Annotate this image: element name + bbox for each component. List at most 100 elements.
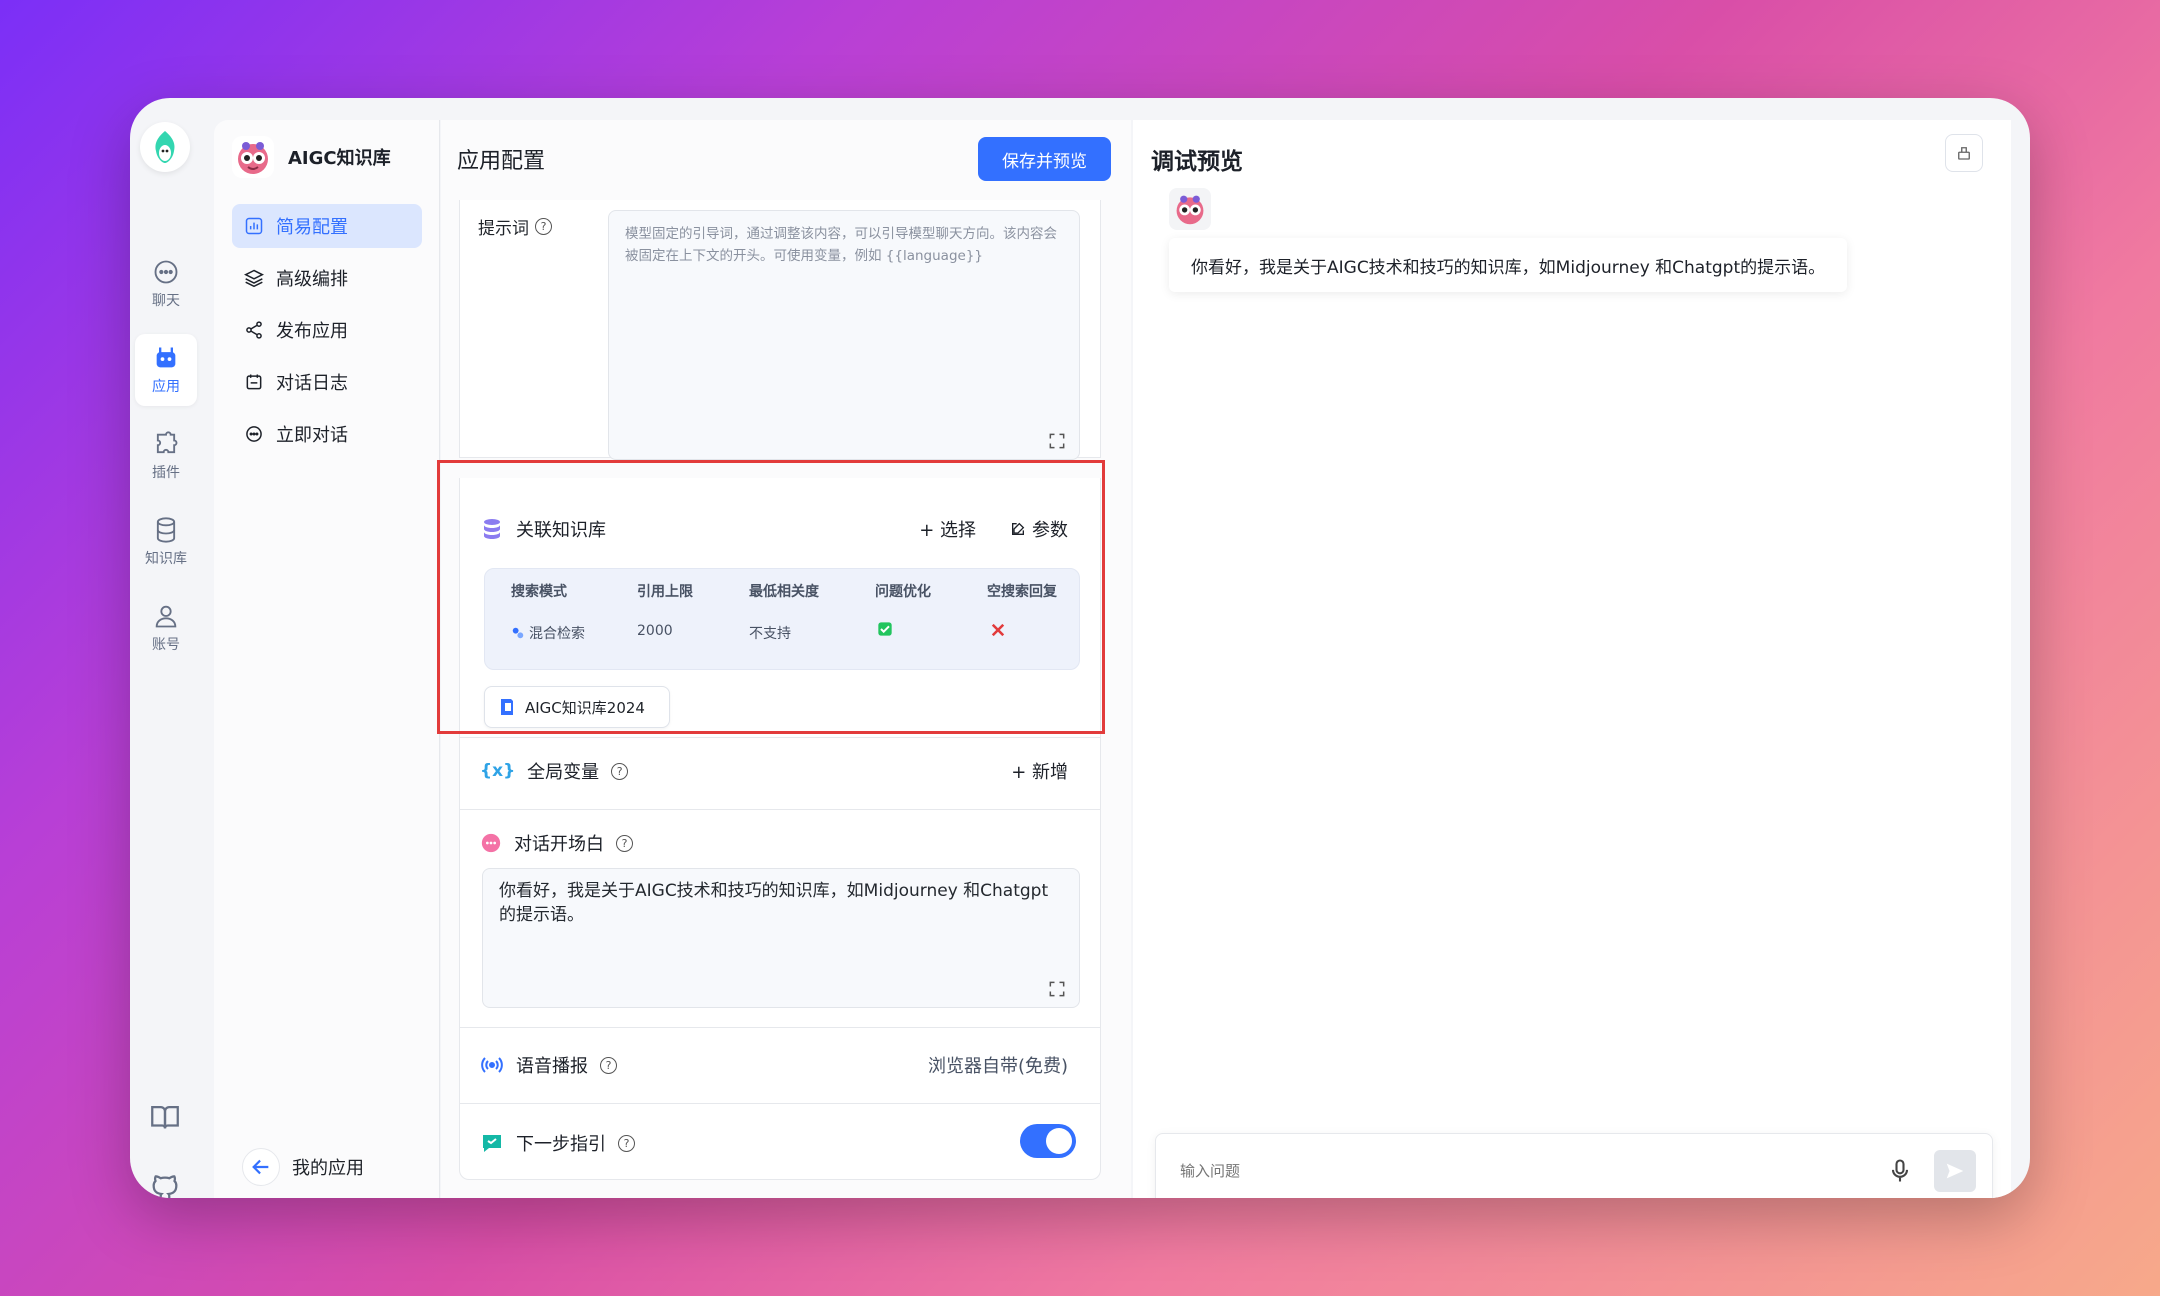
config-header: 应用配置 保存并预览	[441, 120, 1131, 198]
database-icon	[484, 519, 500, 539]
vars-label: 全局变量	[527, 762, 600, 783]
opening-section: 对话开场白 ? 你看好，我是关于AIGC技术和技巧的知识库，如Midjourne…	[459, 810, 1101, 1028]
arrow-left-icon[interactable]	[242, 1148, 280, 1186]
rail-item-knowledge[interactable]: 知识库	[135, 506, 197, 578]
nav-item-logs[interactable]: 对话日志	[232, 360, 422, 404]
prompt-section: 提示词 ? 模型固定的引导词，通过调整该内容，可以引导模型聊天方向。该内容会被固…	[459, 200, 1101, 460]
voice-value[interactable]: 浏览器自带(免费)	[928, 1052, 1068, 1078]
help-icon[interactable]: ?	[535, 218, 552, 235]
rail-item-plugins[interactable]: 插件	[135, 420, 197, 492]
user-icon	[155, 605, 177, 628]
next-heading: 下一步指引 ?	[480, 1130, 635, 1156]
chat-icon	[154, 260, 178, 284]
nav-item-label: 发布应用	[276, 321, 348, 342]
table-header: 问题优化	[875, 584, 931, 600]
chat-icon	[246, 426, 262, 442]
voice-heading: 语音播报 ?	[480, 1052, 617, 1078]
rail-label: 聊天	[152, 293, 180, 309]
help-icon[interactable]: ?	[616, 834, 633, 852]
layers-icon	[244, 269, 264, 288]
github-icon[interactable]	[148, 1172, 182, 1198]
app-avatar	[232, 136, 274, 178]
preview-panel: 调试预览 你看好，我是关于AIGC技术和技巧的知识库，如Midjourney 和…	[1133, 120, 2011, 1198]
help-icon[interactable]: ?	[600, 1056, 617, 1074]
app-name: AIGC知识库	[288, 148, 391, 169]
nav-item-chat-now[interactable]: 立即对话	[232, 412, 422, 456]
chat-input[interactable]	[1180, 1156, 1840, 1186]
check-icon	[877, 621, 893, 641]
calendar-icon	[246, 374, 262, 390]
broadcast-icon	[481, 1057, 503, 1073]
kb-actions: + 选择 参数	[919, 516, 1068, 542]
kb-label: 关联知识库	[516, 520, 606, 541]
send-icon	[1946, 1163, 1964, 1179]
clear-button[interactable]	[1945, 134, 1983, 172]
relevance-cell: 不支持	[749, 626, 791, 642]
bot-avatar	[1169, 188, 1211, 230]
cross-icon	[989, 621, 1007, 643]
send-button[interactable]	[1934, 1150, 1976, 1192]
rail-item-chat[interactable]: 聊天	[135, 248, 197, 320]
next-label: 下一步指引	[516, 1134, 606, 1155]
rail-label: 知识库	[145, 551, 187, 567]
table-header: 最低相关度	[749, 584, 819, 600]
my-apps-link[interactable]: 我的应用	[242, 1148, 364, 1186]
search-mode-value: 混合检索	[529, 626, 585, 642]
vars-actions: + 新增	[1011, 758, 1068, 784]
help-icon[interactable]: ?	[611, 762, 629, 780]
bot-message-text: 你看好，我是关于AIGC技术和技巧的知识库，如Midjourney 和Chatg…	[1191, 257, 1826, 278]
left-rail: 聊天 应用 插件 知识库 账号	[130, 98, 212, 1198]
robot-icon	[156, 347, 176, 368]
rail-label: 账号	[152, 637, 180, 653]
kb-heading: 关联知识库	[480, 516, 606, 542]
chart-icon	[245, 217, 263, 235]
hybrid-search-icon	[512, 627, 524, 639]
kb-chip[interactable]: AIGC知识库2024	[484, 686, 670, 728]
limit-cell: 2000	[637, 623, 673, 639]
prompt-textarea[interactable]: 模型固定的引导词，通过调整该内容，可以引导模型聊天方向。该内容会被固定在上下文的…	[608, 210, 1080, 460]
opening-text: 你看好，我是关于AIGC技术和技巧的知识库，如Midjourney 和Chatg…	[499, 881, 1049, 925]
app-nav-panel: AIGC知识库 简易配置 高级编排 发布应用 对话日志 立即对话 我的应用	[214, 120, 440, 1198]
save-preview-button[interactable]: 保存并预览	[978, 137, 1111, 181]
global-vars-section: {x} 全局变量 ? + 新增	[459, 738, 1101, 810]
prompt-label: 提示词 ?	[478, 214, 552, 239]
next-step-toggle[interactable]	[1020, 1124, 1076, 1158]
chat-input-box	[1155, 1133, 1993, 1198]
table-header: 搜索模式	[511, 584, 567, 600]
nav-item-advanced[interactable]: 高级编排	[232, 256, 422, 300]
broom-icon	[1958, 147, 1970, 160]
prompt-label-text: 提示词	[478, 219, 529, 239]
opening-heading: 对话开场白 ?	[480, 830, 633, 856]
page-title: 应用配置	[457, 149, 546, 174]
nav-item-label: 高级编排	[276, 269, 348, 290]
kb-select-button[interactable]: + 选择	[919, 516, 976, 542]
nav-item-publish[interactable]: 发布应用	[232, 308, 422, 352]
vars-heading: {x} 全局变量 ?	[480, 758, 629, 784]
kb-params-button[interactable]: 参数	[1010, 516, 1068, 542]
config-panel: 应用配置 保存并预览 提示词 ? 模型固定的引导词，通过调整该内容，可以引导模型…	[437, 120, 1131, 1198]
rail-item-account[interactable]: 账号	[135, 592, 197, 664]
rail-label: 应用	[152, 379, 180, 395]
book-icon[interactable]	[148, 1100, 182, 1134]
app-logo[interactable]	[140, 122, 190, 172]
app-window: 聊天 应用 插件 知识库 账号 AIGC知识库 简易配置 高级编排 发布应用 对…	[130, 98, 2030, 1198]
prompt-placeholder: 模型固定的引导词，通过调整该内容，可以引导模型聊天方向。该内容会被固定在上下文的…	[625, 226, 1057, 264]
chat-bubble-icon	[481, 833, 501, 853]
add-var-button[interactable]: + 新增	[1011, 758, 1068, 784]
share-icon	[246, 321, 262, 339]
opening-textarea[interactable]: 你看好，我是关于AIGC技术和技巧的知识库，如Midjourney 和Chatg…	[482, 868, 1080, 1008]
nav-item-label: 对话日志	[276, 373, 348, 394]
voice-section: 语音播报 ? 浏览器自带(免费)	[459, 1028, 1101, 1104]
kb-settings-table[interactable]: 搜索模式 引用上限 最低相关度 问题优化 空搜索回复 混合检索 2000 不支持	[484, 568, 1080, 670]
expand-icon[interactable]	[1047, 431, 1067, 451]
rail-item-apps[interactable]: 应用	[135, 334, 197, 406]
help-icon[interactable]: ?	[618, 1134, 635, 1152]
knowledge-base-section: 关联知识库 + 选择 参数 搜索模式 引用上限 最低相关度 问题优化 空搜索回复…	[459, 478, 1101, 738]
database-icon	[156, 517, 176, 543]
my-apps-label: 我的应用	[292, 1158, 364, 1179]
search-mode-cell: 混合检索	[511, 623, 585, 643]
nav-item-simple-config[interactable]: 简易配置	[232, 204, 422, 248]
mic-icon[interactable]	[1886, 1156, 1914, 1186]
expand-icon[interactable]	[1047, 979, 1067, 999]
edit-icon	[1012, 522, 1025, 535]
